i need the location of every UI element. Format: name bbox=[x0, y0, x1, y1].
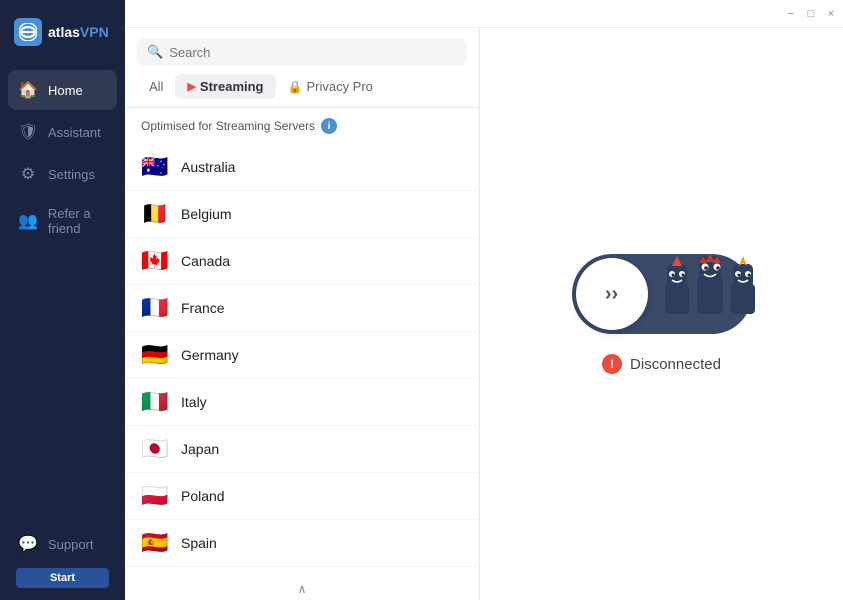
country-flag: 🇮🇹 bbox=[141, 389, 169, 415]
country-list-item[interactable]: 🇯🇵 Japan bbox=[125, 426, 479, 473]
sidebar-item-refer[interactable]: 👥 Refer a friend bbox=[8, 196, 117, 246]
vpn-toggle-pill: ›› bbox=[572, 254, 752, 334]
country-flag: 🇨🇦 bbox=[141, 248, 169, 274]
search-input[interactable] bbox=[169, 45, 457, 60]
country-name: Italy bbox=[181, 394, 207, 410]
tabs: All ▶ Streaming 🔒 Privacy Pro bbox=[125, 74, 479, 108]
right-panel: ›› bbox=[480, 28, 843, 600]
optimised-text: Optimised for Streaming Servers bbox=[141, 119, 315, 133]
title-bar: − □ × bbox=[125, 0, 843, 28]
country-list-item[interactable]: 🇨🇦 Canada bbox=[125, 238, 479, 285]
support-icon: 💬 bbox=[18, 534, 38, 554]
country-name: Spain bbox=[181, 535, 217, 551]
chevron-right-icon: ›› bbox=[605, 283, 618, 306]
home-icon: 🏠 bbox=[18, 80, 38, 100]
country-flag: 🇪🇸 bbox=[141, 530, 169, 556]
country-flag: 🇯🇵 bbox=[141, 436, 169, 462]
close-button[interactable]: × bbox=[825, 8, 837, 20]
country-flag: 🇸🇪 bbox=[141, 577, 169, 578]
country-name: Canada bbox=[181, 253, 230, 269]
streaming-icon: ▶ bbox=[187, 80, 195, 93]
search-input-wrap: 🔍 bbox=[137, 38, 467, 66]
tab-privacy-pro-label: Privacy Pro bbox=[306, 79, 372, 94]
country-flag: 🇵🇱 bbox=[141, 483, 169, 509]
scroll-down-arrow[interactable]: ∧ bbox=[125, 578, 479, 600]
optimised-label: Optimised for Streaming Servers i bbox=[125, 108, 479, 140]
country-list-item[interactable]: 🇪🇸 Spain bbox=[125, 520, 479, 567]
country-name: Japan bbox=[181, 441, 219, 457]
country-name: Poland bbox=[181, 488, 225, 504]
sidebar: atlasVPN 🏠 Home 🛡 Assistant ⚙ Settings 👥… bbox=[0, 0, 125, 600]
mascots-illustration bbox=[660, 254, 760, 334]
country-name: Germany bbox=[181, 347, 239, 363]
server-panel: 🔍 All ▶ Streaming 🔒 Privacy Pro bbox=[125, 28, 480, 600]
maximize-button[interactable]: □ bbox=[805, 8, 817, 20]
sidebar-item-assistant-label: Assistant bbox=[48, 125, 101, 140]
country-flag: 🇧🇪 bbox=[141, 201, 169, 227]
sidebar-bottom: 💬 Support Start bbox=[0, 512, 125, 600]
status-icon: ! bbox=[602, 354, 622, 374]
country-list[interactable]: 🇦🇺 Australia 🇧🇪 Belgium 🇨🇦 Canada 🇫🇷 France 🇩🇪 Ge… bbox=[125, 140, 479, 578]
sidebar-item-home-label: Home bbox=[48, 83, 83, 98]
logo: atlasVPN bbox=[0, 0, 125, 70]
search-bar: 🔍 bbox=[125, 28, 479, 74]
vpn-status-row: ! Disconnected bbox=[602, 354, 721, 374]
country-flag: 🇦🇺 bbox=[141, 154, 169, 180]
country-list-item[interactable]: 🇮🇹 Italy bbox=[125, 379, 479, 426]
sidebar-item-support-label: Support bbox=[48, 537, 94, 552]
logo-icon bbox=[14, 18, 42, 46]
sidebar-item-refer-label: Refer a friend bbox=[48, 206, 107, 236]
minimize-button[interactable]: − bbox=[785, 8, 797, 20]
refer-icon: 👥 bbox=[18, 211, 38, 231]
country-list-item[interactable]: 🇫🇷 France bbox=[125, 285, 479, 332]
sidebar-item-support[interactable]: 💬 Support bbox=[8, 524, 117, 564]
tab-privacy-pro[interactable]: 🔒 Privacy Pro bbox=[276, 74, 385, 99]
country-list-item[interactable]: 🇧🇪 Belgium bbox=[125, 191, 479, 238]
tab-streaming[interactable]: ▶ Streaming bbox=[175, 74, 275, 99]
vpn-connect-button[interactable]: ›› bbox=[576, 258, 648, 330]
sidebar-item-settings[interactable]: ⚙ Settings bbox=[8, 154, 117, 194]
tab-all[interactable]: All bbox=[137, 74, 175, 99]
tab-all-label: All bbox=[149, 79, 163, 94]
search-icon: 🔍 bbox=[147, 44, 163, 60]
country-list-item[interactable]: 🇩🇪 Germany bbox=[125, 332, 479, 379]
status-label: Disconnected bbox=[630, 356, 721, 373]
settings-icon: ⚙ bbox=[18, 164, 38, 184]
country-name: Australia bbox=[181, 159, 235, 175]
privacy-pro-icon: 🔒 bbox=[288, 80, 303, 94]
country-list-item[interactable]: 🇸🇪Sweden bbox=[125, 567, 479, 578]
country-name: Belgium bbox=[181, 206, 232, 222]
sidebar-nav: 🏠 Home 🛡 Assistant ⚙ Settings 👥 Refer a … bbox=[0, 70, 125, 512]
tab-streaming-label: Streaming bbox=[200, 79, 264, 94]
main-content: − □ × 🔍 All ▶ Streaming bbox=[125, 0, 843, 600]
country-flag: 🇫🇷 bbox=[141, 295, 169, 321]
country-list-item[interactable]: 🇵🇱 Poland bbox=[125, 473, 479, 520]
country-list-item[interactable]: 🇦🇺 Australia bbox=[125, 144, 479, 191]
sidebar-item-home[interactable]: 🏠 Home bbox=[8, 70, 117, 110]
start-button[interactable]: Start bbox=[16, 568, 109, 588]
sidebar-item-assistant[interactable]: 🛡 Assistant bbox=[8, 112, 117, 152]
sidebar-item-settings-label: Settings bbox=[48, 167, 95, 182]
vpn-toggle-area: ›› bbox=[572, 254, 752, 334]
assistant-icon: 🛡 bbox=[18, 122, 38, 142]
info-button[interactable]: i bbox=[321, 118, 337, 134]
country-name: France bbox=[181, 300, 225, 316]
country-flag: 🇩🇪 bbox=[141, 342, 169, 368]
logo-text: atlasVPN bbox=[48, 24, 109, 40]
